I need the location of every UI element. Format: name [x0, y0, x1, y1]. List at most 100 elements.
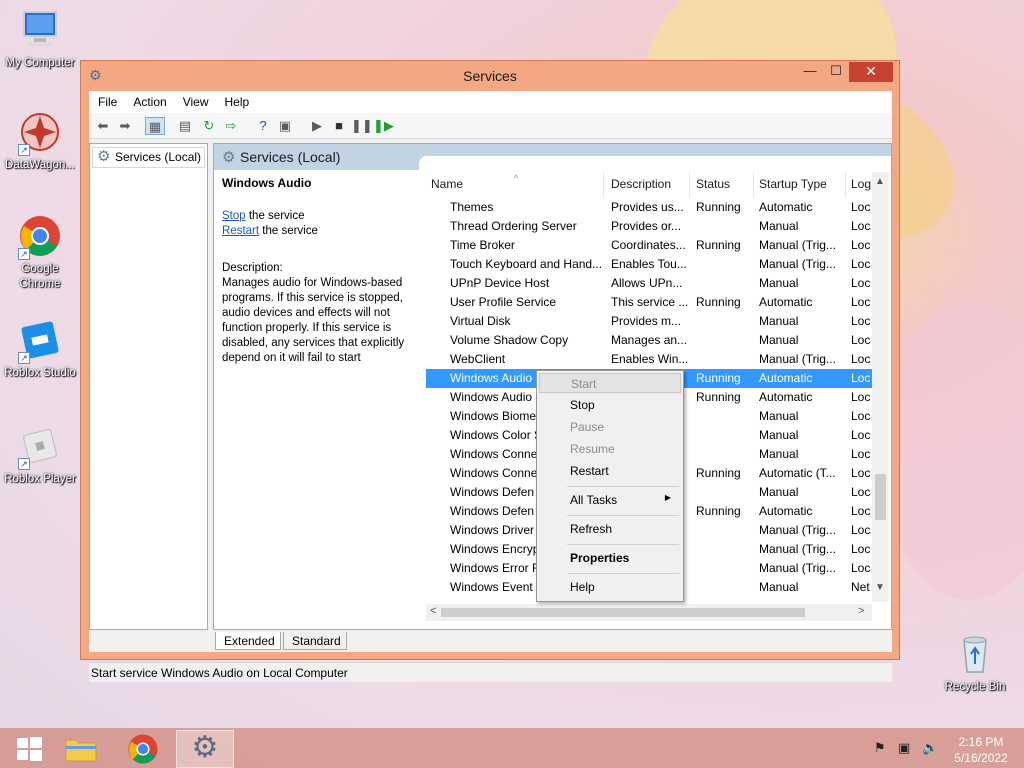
service-startup-type: Manual [759, 219, 799, 233]
desktop-icon-datawagon[interactable]: ↗ DataWagon... [0, 110, 80, 173]
tab-standard[interactable]: Standard [283, 632, 347, 650]
context-menu-help[interactable]: Help [539, 577, 681, 597]
desktop-icon-roblox-studio[interactable]: ↗ Roblox Studio [0, 318, 80, 381]
service-row[interactable]: Touch Keyboard and Hand... Enables Tou...… [426, 255, 872, 274]
start-service-icon[interactable]: ▶ [307, 117, 327, 135]
chrome-icon: ↗ [18, 214, 62, 260]
scroll-up-icon[interactable]: ▲ [875, 176, 885, 187]
submenu-arrow-icon: ▶ [664, 493, 671, 502]
service-detail-panel: Windows Audio Stop the service Restart t… [222, 176, 414, 366]
context-menu-stop[interactable]: Stop [539, 395, 681, 415]
scroll-thumb[interactable] [441, 608, 805, 617]
column-header-status[interactable]: Status [691, 172, 754, 198]
desktop-icon-recycle-bin[interactable]: Recycle Bin [935, 632, 1015, 695]
scroll-left-icon[interactable]: < [430, 605, 436, 617]
export-list-icon[interactable]: ⇨ [221, 117, 241, 135]
desktop-icon-my-computer[interactable]: My Computer [0, 8, 80, 71]
service-description: Enables Win... [611, 352, 689, 366]
service-description: Manages audio for Windows-based programs… [222, 277, 405, 364]
menu-view[interactable]: View [174, 91, 216, 109]
column-header-startup-type[interactable]: Startup Type [754, 172, 846, 198]
context-menu-all-tasks[interactable]: All Tasks ▶ [539, 490, 681, 510]
maximize-button[interactable]: ☐ [823, 62, 849, 82]
service-row[interactable]: Virtual Disk Provides m... Manual Loc [426, 312, 872, 331]
column-header-description[interactable]: Description [606, 172, 690, 198]
scroll-thumb[interactable] [875, 474, 886, 520]
properties-sheet-icon[interactable]: ▤ [175, 117, 195, 135]
column-header-log-on-as[interactable]: Log [846, 172, 872, 198]
title-bar[interactable]: ⚙ Services — ☐ ✕ [81, 61, 899, 91]
service-row[interactable]: Thread Ordering Server Provides or... Manu… [426, 217, 872, 236]
context-menu-resume[interactable]: Resume [539, 439, 681, 459]
service-description: This service ... [611, 295, 689, 309]
service-startup-type: Automatic [759, 295, 813, 309]
stop-service-link[interactable]: Stop [222, 210, 246, 222]
service-status: Running [696, 466, 741, 480]
tab-extended[interactable]: Extended [215, 632, 281, 650]
desktop-icon-google-chrome[interactable]: ↗ Google Chrome [0, 214, 80, 292]
services-pane-header: Services (Local) [214, 144, 891, 170]
service-row[interactable]: WebClient Enables Win... Manual (Trig... Lo… [426, 350, 872, 369]
service-description: Provides us... [611, 200, 684, 214]
forward-arrow-icon[interactable]: ➡ [115, 117, 135, 135]
recycle-bin-icon [953, 632, 997, 676]
refresh-icon[interactable]: ↻ [199, 117, 219, 135]
context-menu-properties[interactable]: Properties [539, 548, 681, 568]
context-menu-restart[interactable]: Restart [539, 461, 681, 481]
taskbar-services[interactable]: ⚙ [176, 730, 234, 768]
context-menu-refresh[interactable]: Refresh [539, 519, 681, 539]
system-clock[interactable]: 2:16 PM 5/16/2022 [950, 734, 1012, 766]
service-name: Virtual Disk [450, 314, 511, 328]
desktop-icon-label: My Computer [5, 57, 75, 69]
folder-icon [65, 739, 97, 762]
context-menu-pause[interactable]: Pause [539, 417, 681, 437]
network-icon[interactable]: ▣ [898, 740, 910, 756]
close-button[interactable]: ✕ [849, 62, 893, 82]
taskbar-google-chrome[interactable] [114, 730, 172, 768]
context-menu-start[interactable]: Start [539, 373, 681, 393]
menu-action[interactable]: Action [124, 91, 173, 109]
service-status: Running [696, 371, 741, 385]
desktop-icon-label: Roblox Studio [4, 367, 76, 379]
service-row[interactable]: Time Broker Coordinates... Running Manual (… [426, 236, 872, 255]
help-icon[interactable]: ? [253, 117, 273, 135]
taskbar-file-explorer[interactable] [52, 730, 110, 768]
service-row[interactable]: User Profile Service This service ... Runn… [426, 293, 872, 312]
menu-separator [567, 544, 679, 545]
service-row[interactable]: Themes Provides us... Running Automatic Loc [426, 198, 872, 217]
status-bar: Start service Windows Audio on Local Com… [89, 662, 892, 682]
service-startup-type: Automatic [759, 504, 813, 518]
service-startup-type: Manual [759, 333, 799, 347]
shortcut-arrow-icon: ↗ [18, 352, 30, 364]
start-button[interactable] [0, 730, 58, 768]
restart-service-link[interactable]: Restart [222, 225, 259, 237]
scroll-right-icon[interactable]: > [858, 605, 864, 617]
vertical-scrollbar[interactable]: ▲ ▼ [872, 172, 889, 602]
service-status: Running [696, 504, 741, 518]
desktop-icon-roblox-player[interactable]: ↗ Roblox Player [0, 424, 80, 487]
action-center-flag-icon[interactable]: ⚑ [874, 740, 886, 756]
volume-muted-icon[interactable]: 🔈 [922, 740, 938, 756]
back-arrow-icon[interactable]: ⬅ [93, 117, 113, 135]
stop-service-icon[interactable]: ■ [329, 117, 349, 135]
tree-item-services-local[interactable]: Services (Local) [92, 147, 206, 169]
menu-file[interactable]: File [89, 91, 124, 109]
show-action-pane-icon[interactable]: ▣ [275, 117, 295, 135]
column-header-name[interactable]: ^ Name [426, 172, 604, 198]
menu-bar: File Action View Help [89, 91, 892, 113]
service-row[interactable]: UPnP Device Host Allows UPn... Manual Loc [426, 274, 872, 293]
service-name: Time Broker [450, 238, 515, 252]
service-description: Provides m... [611, 314, 682, 328]
show-hide-console-tree-icon[interactable]: ▦ [145, 117, 165, 135]
minimize-button[interactable]: — [797, 62, 823, 82]
horizontal-scrollbar[interactable]: < > [426, 604, 872, 621]
scroll-down-icon[interactable]: ▼ [875, 582, 885, 593]
restart-service-icon[interactable]: ❚▶ [373, 117, 394, 135]
service-name: User Profile Service [450, 295, 557, 309]
computer-icon [18, 8, 62, 52]
console-tree: Services (Local) [89, 143, 208, 630]
pause-service-icon[interactable]: ❚❚ [351, 117, 373, 135]
service-row[interactable]: Volume Shadow Copy Manages an... Manual Loc [426, 331, 872, 350]
menu-help[interactable]: Help [216, 91, 257, 109]
service-name: Thread Ordering Server [450, 219, 577, 233]
